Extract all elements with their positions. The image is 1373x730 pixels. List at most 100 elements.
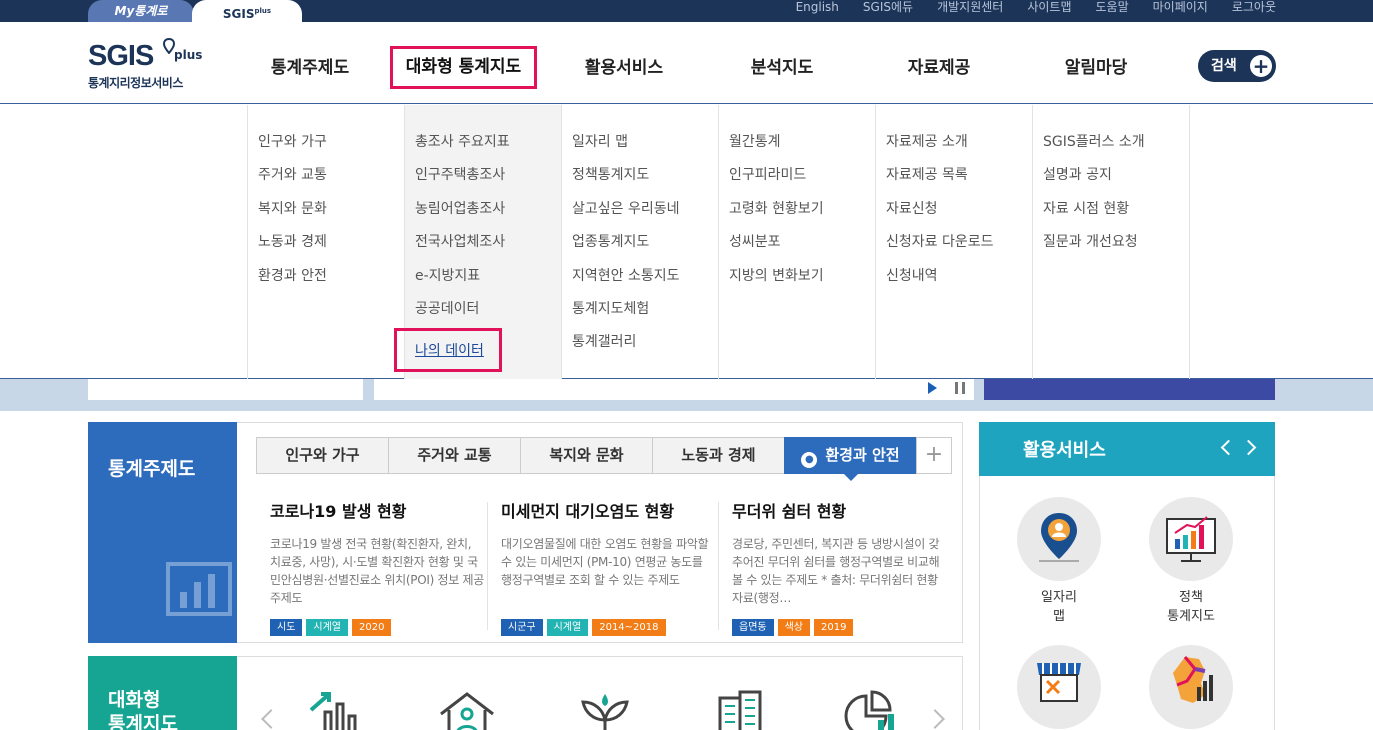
menu-policy-map[interactable]: 정책통계지도: [572, 165, 719, 198]
tab-more-button[interactable]: +: [916, 437, 952, 474]
services-header: 활용서비스: [979, 422, 1275, 476]
job-pin-icon: [1039, 513, 1079, 562]
services-prev-icon[interactable]: [1220, 439, 1237, 456]
sprout-icon[interactable]: [575, 690, 635, 730]
mega-col-data: 자료제공 소개 자료제공 목록 자료신청 신청자료 다운로드 신청내역: [875, 105, 1033, 379]
tab-population-household[interactable]: 인구와 가구: [256, 437, 388, 474]
article-description: 코로나19 발생 전국 현황(확진환자, 완치, 치료중, 사망), 시·도별 …: [270, 537, 484, 605]
menu-job-map[interactable]: 일자리 맵: [572, 132, 719, 165]
menu-environment-safety[interactable]: 환경과 안전: [258, 266, 405, 299]
menu-business-census[interactable]: 전국사업체조사: [415, 232, 562, 265]
article-title: 무더위 쉼터 현황: [732, 502, 847, 521]
menu-data-timepoint[interactable]: 자료 시점 현황: [1043, 199, 1189, 232]
article-divider: [718, 502, 719, 630]
gnb-notice[interactable]: 알림마당: [1052, 22, 1140, 104]
interactive-map-panel-label[interactable]: 대화형 통계지도: [88, 656, 237, 730]
regional-map-service[interactable]: [1149, 645, 1233, 729]
menu-agriculture-census[interactable]: 농림어업총조사: [415, 199, 562, 232]
mega-col-analysis: 월간통계 인구피라미드 고령화 현황보기 성씨분포 지방의 변화보기: [718, 105, 876, 379]
house-person-icon[interactable]: [437, 690, 497, 730]
interactive-map-title: 대화형 통계지도: [108, 688, 178, 730]
menu-regional-issue-map[interactable]: 지역현안 소통지도: [572, 266, 719, 299]
rising-chart-icon[interactable]: [303, 690, 363, 730]
header: SGIS plus 통계지리정보서비스 통계주제도 대화형 통계지도 활용서비스…: [0, 22, 1373, 104]
menu-livable-neighborhood[interactable]: 살고싶은 우리동네: [572, 199, 719, 232]
pause-icon[interactable]: [955, 382, 965, 394]
menu-request-history[interactable]: 신청내역: [886, 266, 1033, 299]
sgis-plus-tab[interactable]: SGISplus: [192, 0, 302, 22]
menu-population-housing-census[interactable]: 인구주택총조사: [415, 165, 562, 198]
services-next-icon[interactable]: [1240, 439, 1257, 456]
link-logout[interactable]: 로그아웃: [1232, 0, 1276, 22]
link-sgis-edu[interactable]: SGIS에듀: [863, 0, 913, 22]
tab-housing-traffic[interactable]: 주거와 교통: [388, 437, 520, 474]
menu-data-download[interactable]: 신청자료 다운로드: [886, 232, 1033, 265]
menu-my-data[interactable]: 나의 데이터: [394, 328, 502, 373]
industry-map-service[interactable]: [1017, 645, 1101, 729]
link-dev-center[interactable]: 개발지원센터: [937, 0, 1003, 22]
link-english[interactable]: English: [796, 0, 839, 22]
menu-notice[interactable]: 설명과 공지: [1043, 165, 1189, 198]
tab-environment-safety[interactable]: ● 환경과 안전: [784, 437, 916, 481]
theme-tabs: 인구와 가구 주거와 교통 복지와 문화 노동과 경제 ● 환경과 안전 +: [256, 437, 952, 481]
tab-labor-economy[interactable]: 노동과 경제: [652, 437, 784, 474]
menu-census-indicators[interactable]: 총조사 주요지표: [415, 132, 562, 165]
badge-year: 2020: [352, 619, 392, 636]
job-map-service[interactable]: [1017, 497, 1101, 581]
link-sitemap[interactable]: 사이트맵: [1027, 0, 1071, 22]
sgis-logo[interactable]: SGIS plus 통계지리정보서비스: [88, 38, 208, 96]
menu-surname-distribution[interactable]: 성씨분포: [729, 232, 876, 265]
menu-population-household[interactable]: 인구와 가구: [258, 132, 405, 165]
article-fine-dust[interactable]: 미세먼지 대기오염도 현황 대기오염물질에 대한 오염도 현황을 파악할수 있는…: [501, 498, 715, 636]
link-help[interactable]: 도움말: [1096, 0, 1129, 22]
menu-sgis-intro[interactable]: SGIS플러스 소개: [1043, 132, 1189, 165]
my-tongyero-tab[interactable]: My통계로: [88, 0, 194, 22]
gnb-services[interactable]: 활용서비스: [570, 22, 678, 104]
menu-monthly-stats[interactable]: 월간통계: [729, 132, 876, 165]
badge-region: 읍면동: [732, 619, 774, 636]
menu-e-local-indicators[interactable]: e-지방지표: [415, 266, 562, 299]
menu-public-data[interactable]: 공공데이터: [415, 299, 562, 332]
badge-region: 시도: [270, 619, 303, 636]
gnb-theme-map[interactable]: 통계주제도: [258, 22, 362, 104]
menu-data-list[interactable]: 자료제공 목록: [886, 165, 1033, 198]
interactive-title-line2: 통계지도: [108, 713, 178, 730]
article-badges: 시도 시계열 2020: [270, 619, 484, 636]
menu-regional-change[interactable]: 지방의 변화보기: [729, 266, 876, 299]
article-title: 미세먼지 대기오염도 현황: [501, 502, 675, 521]
menu-population-pyramid[interactable]: 인구피라미드: [729, 165, 876, 198]
menu-data-intro[interactable]: 자료제공 소개: [886, 132, 1033, 165]
building-icon[interactable]: [710, 690, 770, 730]
plus-icon: +: [1250, 55, 1272, 77]
gnb-data-provision[interactable]: 자료제공: [895, 22, 983, 104]
utility-links: English SGIS에듀 개발지원센터 사이트맵 도움말 마이페이지 로그아…: [796, 0, 1276, 22]
article-covid[interactable]: 코로나19 발생 현황 코로나19 발생 전국 현황(확진환자, 완치, 치료중…: [270, 498, 484, 636]
pie-chart-icon[interactable]: [838, 690, 898, 730]
gnb-analysis-map[interactable]: 분석지도: [738, 22, 826, 104]
sgis-tab-label: SGIS: [222, 7, 255, 21]
menu-aging-status[interactable]: 고령화 현황보기: [729, 199, 876, 232]
menu-map-experience[interactable]: 통계지도체험: [572, 299, 719, 332]
search-button[interactable]: 검색 +: [1198, 50, 1276, 82]
job-map-label[interactable]: 일자리 맵: [1004, 588, 1114, 626]
menu-housing-traffic[interactable]: 주거와 교통: [258, 165, 405, 198]
menu-qna[interactable]: 질문과 개선요청: [1043, 232, 1189, 265]
theme-map-panel-label[interactable]: 통계주제도: [88, 422, 237, 643]
menu-welfare-culture[interactable]: 복지와 문화: [258, 199, 405, 232]
link-mypage[interactable]: 마이페이지: [1153, 0, 1208, 22]
menu-data-request[interactable]: 자료신청: [886, 199, 1033, 232]
policy-map-label[interactable]: 정책 통계지도: [1136, 588, 1246, 626]
tab-welfare-culture[interactable]: 복지와 문화: [520, 437, 652, 474]
play-icon[interactable]: [928, 382, 937, 394]
article-heat-shelter[interactable]: 무더위 쉼터 현황 경로당, 주민센터, 복지관 등 냉방시설이 갖추어진 무더…: [732, 498, 946, 636]
mega-col-services: 일자리 맵 정책통계지도 살고싶은 우리동네 업종통계지도 지역현안 소통지도 …: [561, 105, 719, 379]
shop-icon: [1037, 663, 1081, 702]
strip-banner[interactable]: [984, 379, 1275, 400]
gnb-interactive-map[interactable]: 대화형 통계지도: [390, 46, 537, 89]
policy-map-service[interactable]: [1149, 497, 1233, 581]
menu-gallery[interactable]: 통계갤러리: [572, 332, 719, 365]
strip-card-center: [374, 379, 974, 400]
menu-industry-map[interactable]: 업종통계지도: [572, 232, 719, 265]
lightbulb-icon: ●: [801, 452, 818, 468]
menu-labor-economy[interactable]: 노동과 경제: [258, 232, 405, 265]
